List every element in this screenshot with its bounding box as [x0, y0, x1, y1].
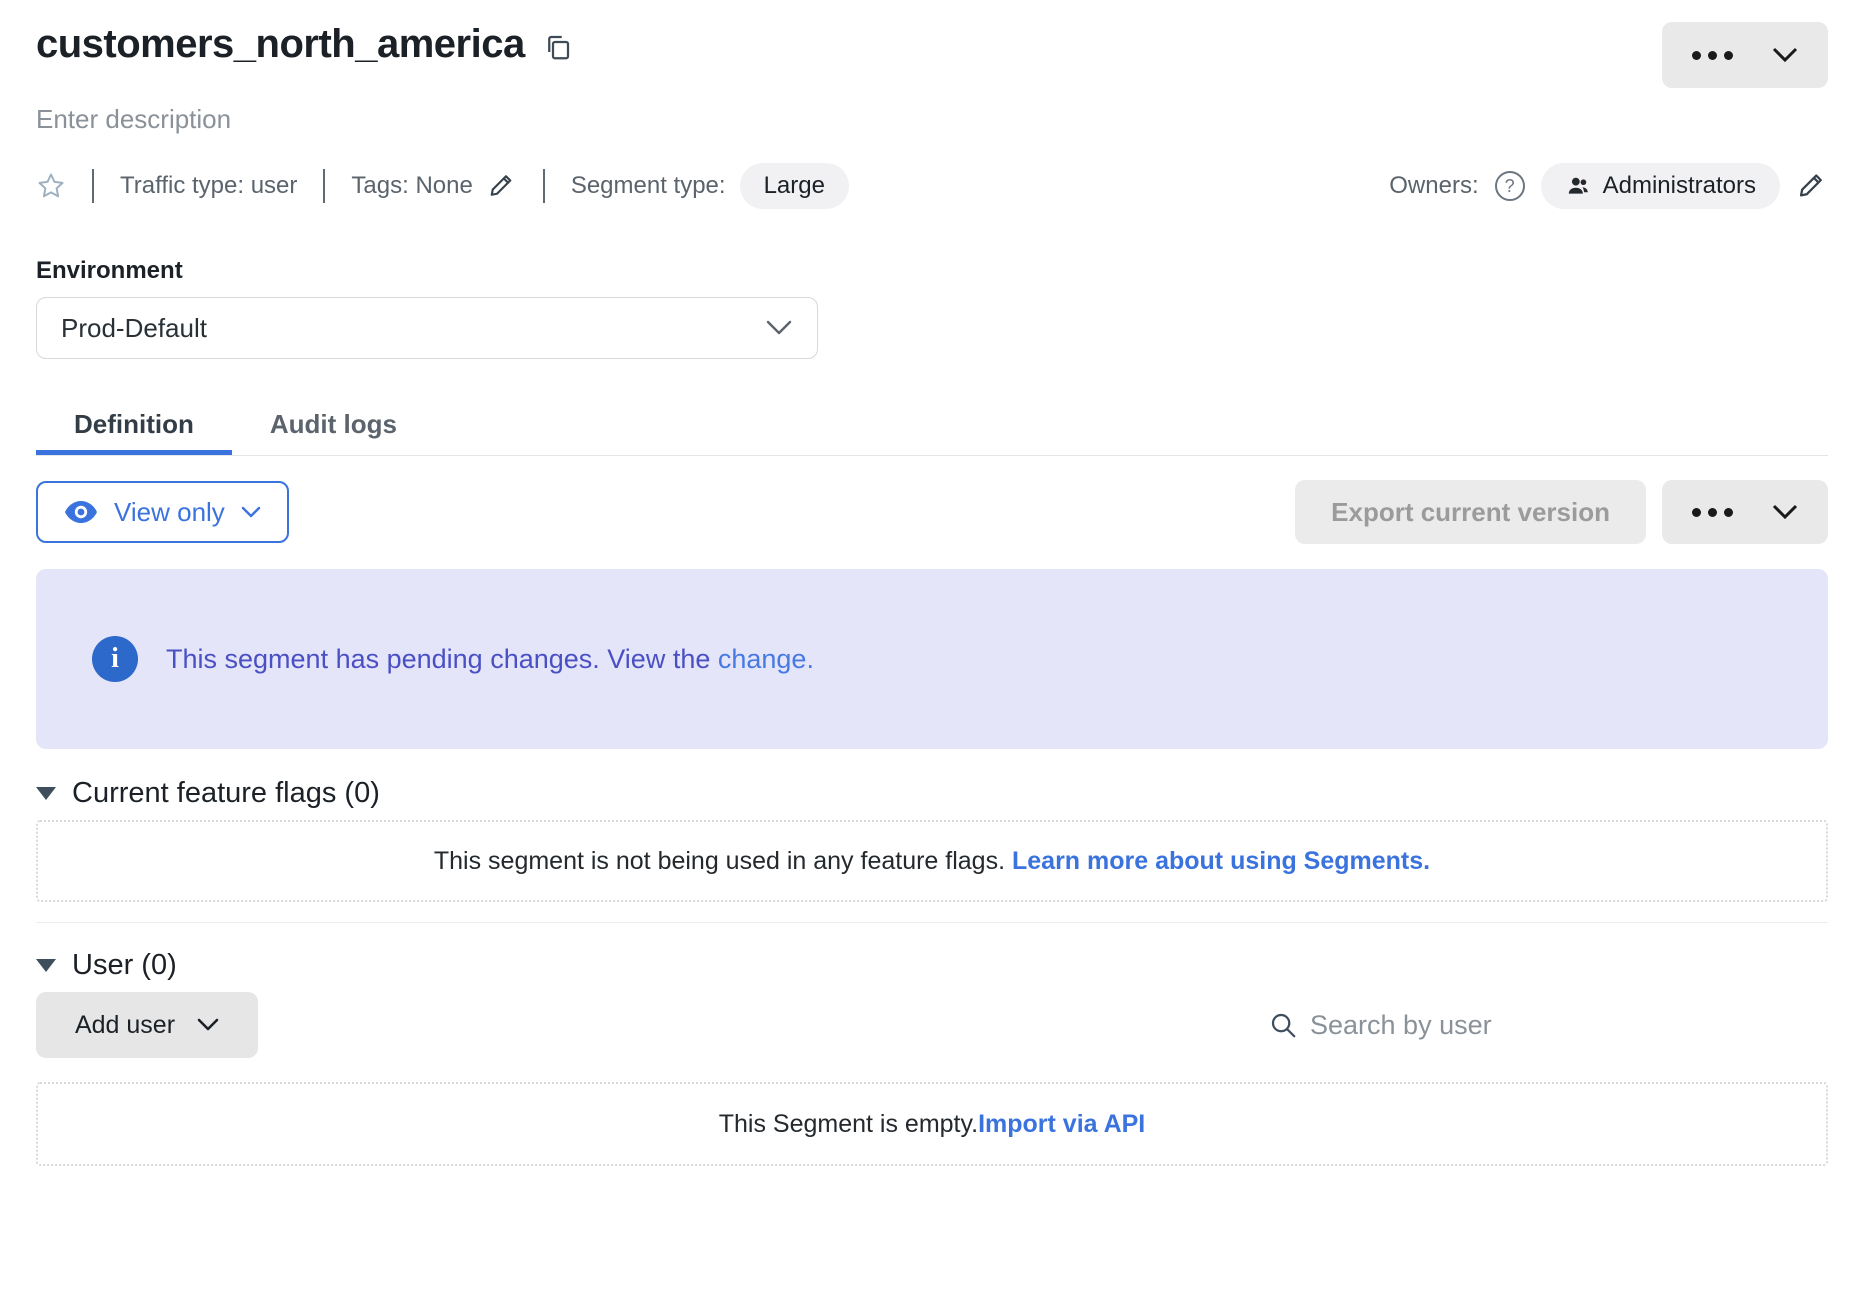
segment-type-badge: Large: [740, 163, 849, 209]
pencil-icon[interactable]: [487, 171, 517, 201]
user-section-header[interactable]: User (0): [36, 949, 1828, 982]
owners-value: Administrators: [1603, 172, 1756, 200]
chevron-down-icon: [241, 506, 261, 519]
view-only-label: View only: [114, 497, 225, 528]
divider: [92, 169, 94, 203]
page-title: customers_north_america: [36, 22, 525, 67]
pending-changes-banner: i This segment has pending changes. View…: [36, 569, 1828, 749]
chevron-down-icon: [765, 319, 793, 337]
user-empty-text: This Segment is empty.: [719, 1110, 978, 1138]
add-user-label: Add user: [75, 1011, 175, 1040]
environment-selected-value: Prod-Default: [61, 313, 207, 344]
ellipsis-icon: [1692, 508, 1733, 517]
title-wrap: customers_north_america: [36, 22, 573, 67]
ellipsis-icon: [1692, 51, 1733, 60]
definition-toolbar: View only Export current version: [36, 480, 1828, 544]
add-user-button[interactable]: Add user: [36, 992, 258, 1058]
meta-row: Traffic type: user Tags: None Segment ty…: [36, 163, 1828, 209]
banner-message: This segment has pending changes. View t…: [166, 644, 814, 675]
segment-type-label: Segment type:: [571, 172, 726, 200]
description-placeholder[interactable]: Enter description: [36, 104, 1828, 135]
eye-icon: [64, 500, 98, 524]
user-search: [1268, 1010, 1828, 1041]
feature-flags-empty-text: This segment is not being used in any fe…: [434, 847, 1012, 875]
pencil-icon[interactable]: [1796, 170, 1828, 202]
owners-label: Owners:: [1389, 172, 1478, 200]
toolbar-right: Export current version: [1295, 480, 1828, 544]
feature-flags-section-header[interactable]: Current feature flags (0): [36, 777, 1828, 810]
header: customers_north_america: [36, 0, 1828, 88]
divider: [323, 169, 325, 203]
chevron-down-icon: [1772, 47, 1798, 63]
segment-type: Segment type: Large: [571, 163, 849, 209]
search-by-user-input[interactable]: [1310, 1010, 1790, 1041]
user-empty-state: This Segment is empty.Import via API: [36, 1082, 1828, 1166]
definition-more-actions-button[interactable]: [1662, 480, 1828, 544]
export-current-version-button[interactable]: Export current version: [1295, 480, 1646, 544]
star-icon[interactable]: [36, 171, 66, 201]
segment-detail-page: customers_north_america Enter descriptio…: [0, 0, 1864, 1166]
copy-icon[interactable]: [543, 32, 573, 62]
search-icon: [1268, 1010, 1298, 1040]
view-only-button[interactable]: View only: [36, 481, 289, 543]
tags-label: Tags: None: [351, 172, 472, 200]
environment-select[interactable]: Prod-Default: [36, 297, 818, 359]
owners: Owners: ? Administrators: [1389, 163, 1828, 209]
environment-label: Environment: [36, 257, 1828, 285]
chevron-down-icon: [197, 1018, 219, 1032]
info-icon: i: [92, 636, 138, 682]
user-toolbar: Add user: [36, 992, 1828, 1058]
caret-down-icon: [36, 787, 56, 800]
import-via-api-link[interactable]: Import via API: [978, 1110, 1145, 1138]
question-icon[interactable]: ?: [1495, 171, 1525, 201]
header-more-actions-button[interactable]: [1662, 22, 1828, 88]
chevron-down-icon: [1772, 504, 1798, 520]
tab-bar: Definition Audit logs: [36, 399, 1828, 456]
tab-definition[interactable]: Definition: [36, 399, 232, 455]
people-icon: [1565, 173, 1591, 199]
divider: [543, 169, 545, 203]
learn-more-link[interactable]: Learn more about using Segments.: [1012, 847, 1430, 875]
user-section-title: User (0): [72, 949, 177, 982]
caret-down-icon: [36, 959, 56, 972]
tab-audit-logs[interactable]: Audit logs: [232, 399, 435, 455]
traffic-type: Traffic type: user: [120, 172, 297, 200]
owners-badge[interactable]: Administrators: [1541, 163, 1780, 209]
feature-flags-empty-state: This segment is not being used in any fe…: [36, 820, 1828, 902]
section-divider: [36, 922, 1828, 923]
view-change-link[interactable]: change.: [718, 644, 814, 674]
tags: Tags: None: [351, 171, 516, 201]
feature-flags-section-title: Current feature flags (0): [72, 777, 380, 810]
